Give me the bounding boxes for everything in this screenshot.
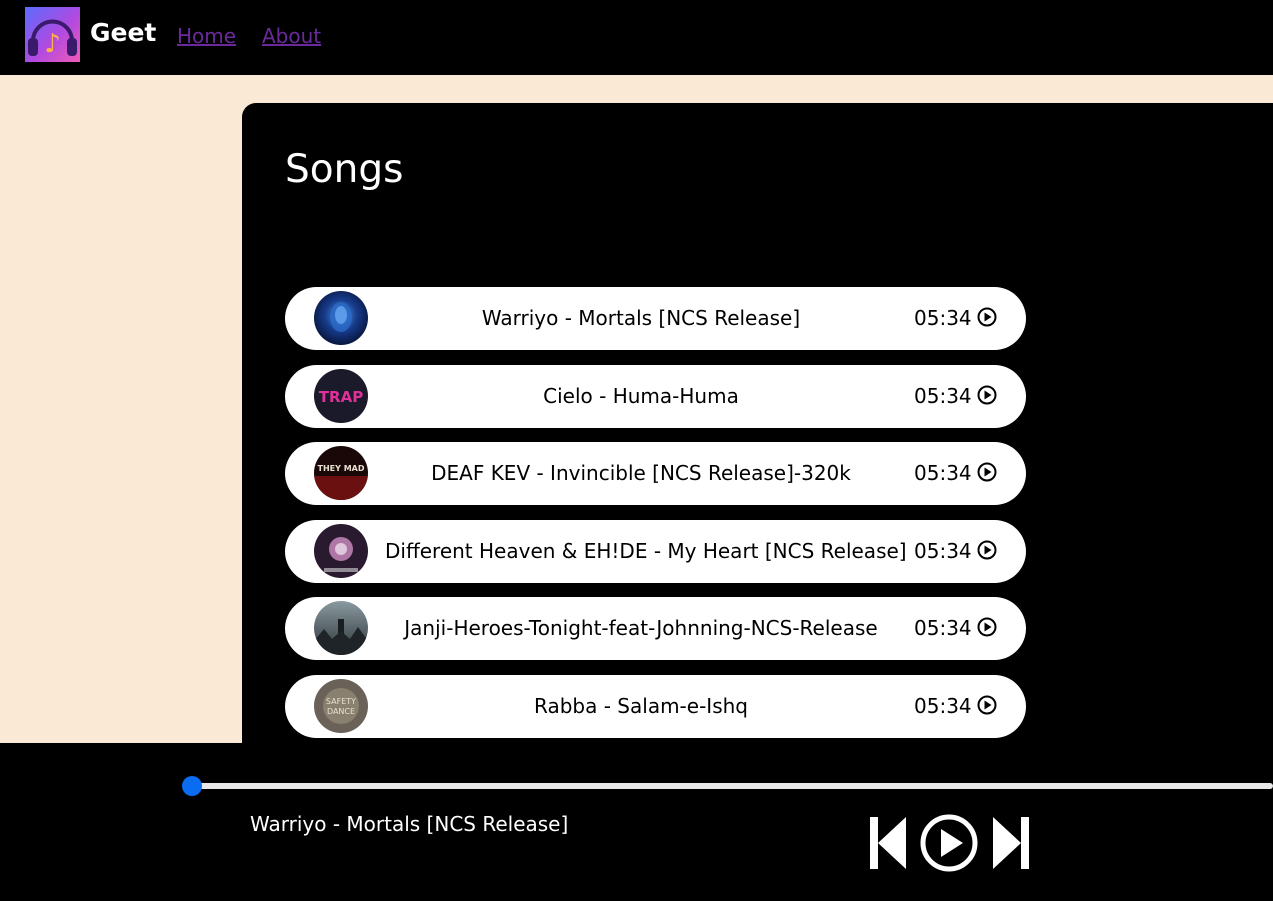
next-icon[interactable]	[991, 815, 1031, 871]
svg-text:TRAP: TRAP	[319, 388, 363, 406]
song-name: Rabba - Salam-e-Ishq	[534, 694, 748, 718]
play-circle-icon[interactable]	[977, 385, 997, 405]
song-cover	[314, 524, 368, 578]
song-cover: SAFETY DANCE	[314, 679, 368, 733]
now-playing-title: Warriyo - Mortals [NCS Release]	[250, 812, 569, 836]
top-nav: ♪ Geet Home About	[0, 0, 1273, 75]
player-bar: Warriyo - Mortals [NCS Release]	[0, 743, 1273, 901]
song-duration: 05:34	[914, 306, 972, 330]
song-item[interactable]: Different Heaven & EH!DE - My Heart [NCS…	[285, 520, 1026, 583]
nav-link-home[interactable]: Home	[177, 24, 236, 48]
song-name: Different Heaven & EH!DE - My Heart [NCS…	[385, 539, 907, 563]
songs-panel: Songs Warriyo - Mortals [NCS Release] 05…	[242, 103, 1273, 763]
svg-text:♪: ♪	[44, 29, 61, 59]
play-circle-icon[interactable]	[977, 617, 997, 637]
previous-icon[interactable]	[868, 815, 908, 871]
song-duration: 05:34	[914, 616, 972, 640]
song-item[interactable]: THEY MAD DEAF KEV - Invincible [NCS Rele…	[285, 442, 1026, 505]
song-name: Janji-Heroes-Tonight-feat-Johnning-NCS-R…	[404, 616, 878, 640]
nav-link-about[interactable]: About	[262, 24, 321, 48]
play-circle-icon[interactable]	[977, 695, 997, 715]
play-circle-icon[interactable]	[977, 462, 997, 482]
song-item[interactable]: SAFETY DANCE Rabba - Salam-e-Ishq 05:34	[285, 675, 1026, 738]
song-cover: TRAP	[314, 369, 368, 423]
song-duration: 05:34	[914, 384, 972, 408]
song-name: Warriyo - Mortals [NCS Release]	[481, 306, 801, 330]
song-cover	[314, 601, 368, 655]
page-title: Songs	[285, 147, 404, 192]
progress-thumb[interactable]	[182, 776, 202, 796]
play-icon[interactable]	[919, 813, 979, 873]
song-duration: 05:34	[914, 539, 972, 563]
play-circle-icon[interactable]	[977, 307, 997, 327]
svg-text:DANCE: DANCE	[327, 707, 355, 716]
song-duration: 05:34	[914, 694, 972, 718]
song-cover	[314, 291, 368, 345]
progress-track[interactable]	[192, 783, 1273, 789]
play-circle-icon[interactable]	[977, 540, 997, 560]
song-name: Cielo - Huma-Huma	[543, 384, 739, 408]
song-duration: 05:34	[914, 461, 972, 485]
headphones-logo-icon[interactable]: ♪	[25, 7, 80, 62]
song-name: DEAF KEV - Invincible [NCS Release]-320k	[431, 461, 851, 485]
svg-text:SAFETY: SAFETY	[326, 697, 356, 706]
svg-text:THEY MAD: THEY MAD	[318, 464, 365, 473]
song-item[interactable]: TRAP Cielo - Huma-Huma 05:34	[285, 365, 1026, 428]
song-cover: THEY MAD	[314, 446, 368, 500]
brand-name: Geet	[90, 18, 157, 47]
song-item[interactable]: Warriyo - Mortals [NCS Release] 05:34	[285, 287, 1026, 350]
song-item[interactable]: Janji-Heroes-Tonight-feat-Johnning-NCS-R…	[285, 597, 1026, 660]
